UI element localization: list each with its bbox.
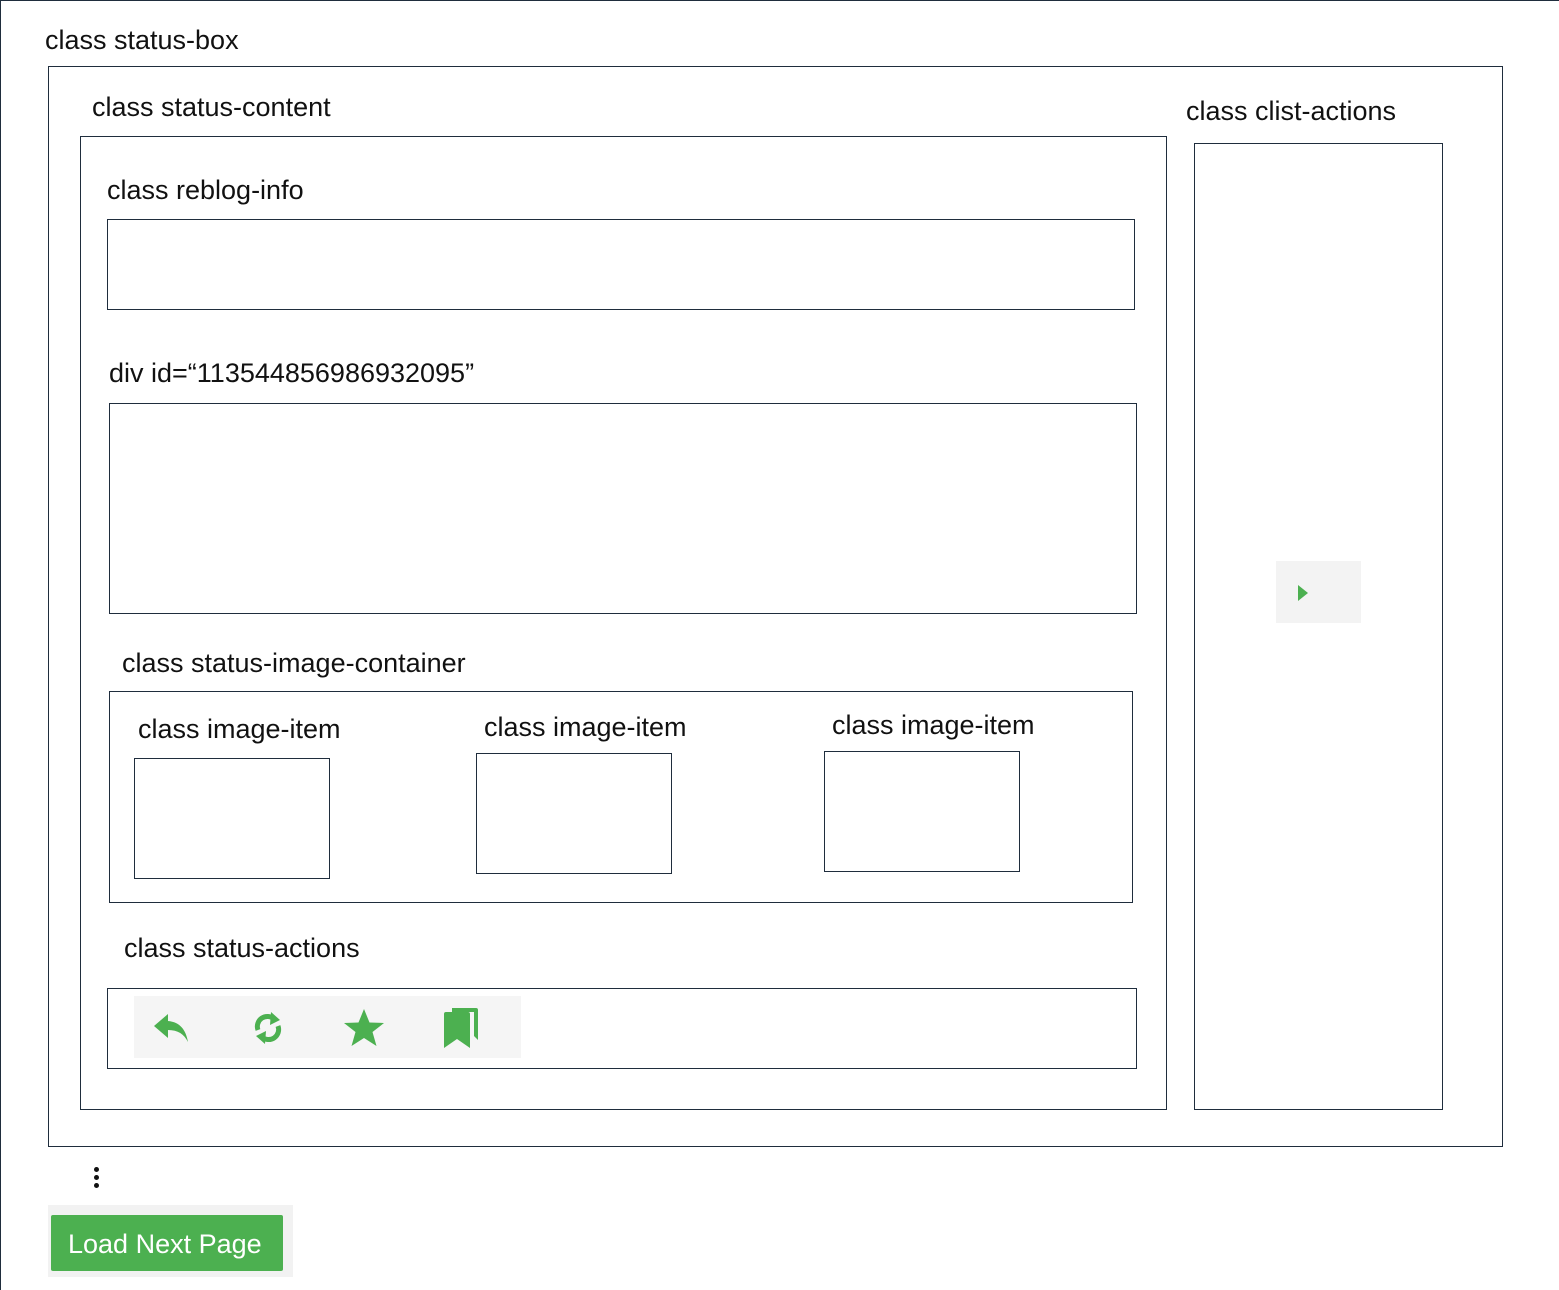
reblog-info bbox=[107, 219, 1135, 310]
favourite-button[interactable] bbox=[340, 1004, 388, 1052]
reply-icon bbox=[154, 1014, 188, 1042]
vertical-ellipsis-icon bbox=[93, 1165, 101, 1191]
bookmark-button[interactable] bbox=[436, 1004, 484, 1052]
play-arrow-icon bbox=[1298, 585, 1308, 601]
boost-button[interactable] bbox=[244, 1004, 292, 1052]
status-actions-toolbar bbox=[134, 996, 521, 1058]
status-actions-label: class status-actions bbox=[124, 933, 360, 963]
image-item-label: class image-item bbox=[832, 710, 1035, 740]
image-item-label: class image-item bbox=[484, 712, 687, 742]
image-item bbox=[476, 753, 672, 874]
status-box-label: class status-box bbox=[45, 25, 239, 55]
load-next-page-button[interactable]: Load Next Page bbox=[51, 1215, 283, 1271]
image-item-label: class image-item bbox=[138, 714, 341, 744]
clist-actions-label: class clist-actions bbox=[1186, 96, 1397, 126]
load-button-container: Load Next Page bbox=[48, 1205, 293, 1277]
clist-actions bbox=[1194, 143, 1443, 1110]
star-icon bbox=[344, 1009, 384, 1046]
reply-button[interactable] bbox=[148, 1004, 196, 1052]
bookmark-icon bbox=[444, 1008, 478, 1048]
status-div-label: div id=“113544856986932095” bbox=[109, 358, 475, 388]
expand-button[interactable] bbox=[1276, 561, 1361, 623]
status-div bbox=[109, 403, 1137, 614]
image-item bbox=[824, 751, 1020, 872]
boost-icon bbox=[254, 1012, 282, 1044]
status-image-container-label: class status-image-container bbox=[122, 648, 466, 678]
image-item bbox=[134, 758, 330, 879]
reblog-info-label: class reblog-info bbox=[107, 175, 304, 205]
status-content-label: class status-content bbox=[92, 92, 331, 122]
